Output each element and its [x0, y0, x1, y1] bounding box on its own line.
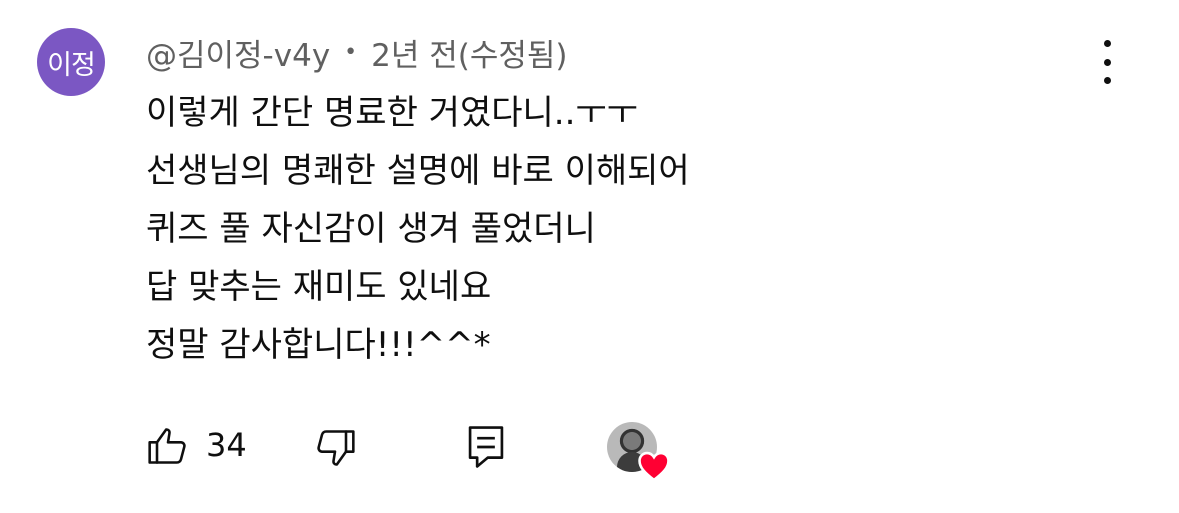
avatar-initials: 이정: [47, 49, 96, 81]
comment-time[interactable]: 2년 전: [371, 30, 458, 75]
comment-meta: @김이정-v4y • 2년 전 (수정됨): [146, 30, 568, 75]
comment-line: 답 맞추는 재미도 있네요: [146, 267, 492, 307]
creator-heart[interactable]: [607, 422, 671, 482]
comment-line: 이렇게 간단 명료한 거였다니..ㅜㅜ: [146, 93, 638, 133]
heart-icon: [638, 451, 670, 482]
reply-comment-icon[interactable]: [466, 424, 506, 470]
thumbs-down-icon[interactable]: [313, 426, 357, 470]
meta-separator: •: [344, 40, 358, 65]
thumbs-up-icon[interactable]: [146, 424, 190, 468]
more-dot: [1103, 58, 1111, 66]
comment-body: 이렇게 간단 명료한 거였다니..ㅜㅜ 선생님의 명쾌한 설명에 바로 이해되어…: [146, 84, 690, 374]
more-dot: [1103, 40, 1111, 47]
comment-actions: 34: [0, 418, 1179, 482]
comment-author[interactable]: @김이정-v4y: [146, 30, 330, 75]
comment-line: 정말 감사합니다!!!^^*: [146, 325, 491, 365]
more-dot: [1103, 77, 1111, 84]
user-avatar[interactable]: 이정: [37, 28, 105, 96]
edited-label: (수정됨): [457, 38, 568, 74]
like-count: 34: [206, 426, 247, 464]
more-options-button[interactable]: [1093, 40, 1121, 84]
comment-line: 선생님의 명쾌한 설명에 바로 이해되어: [146, 151, 690, 191]
comment-line: 퀴즈 풀 자신감이 생겨 풀었더니: [146, 209, 596, 249]
